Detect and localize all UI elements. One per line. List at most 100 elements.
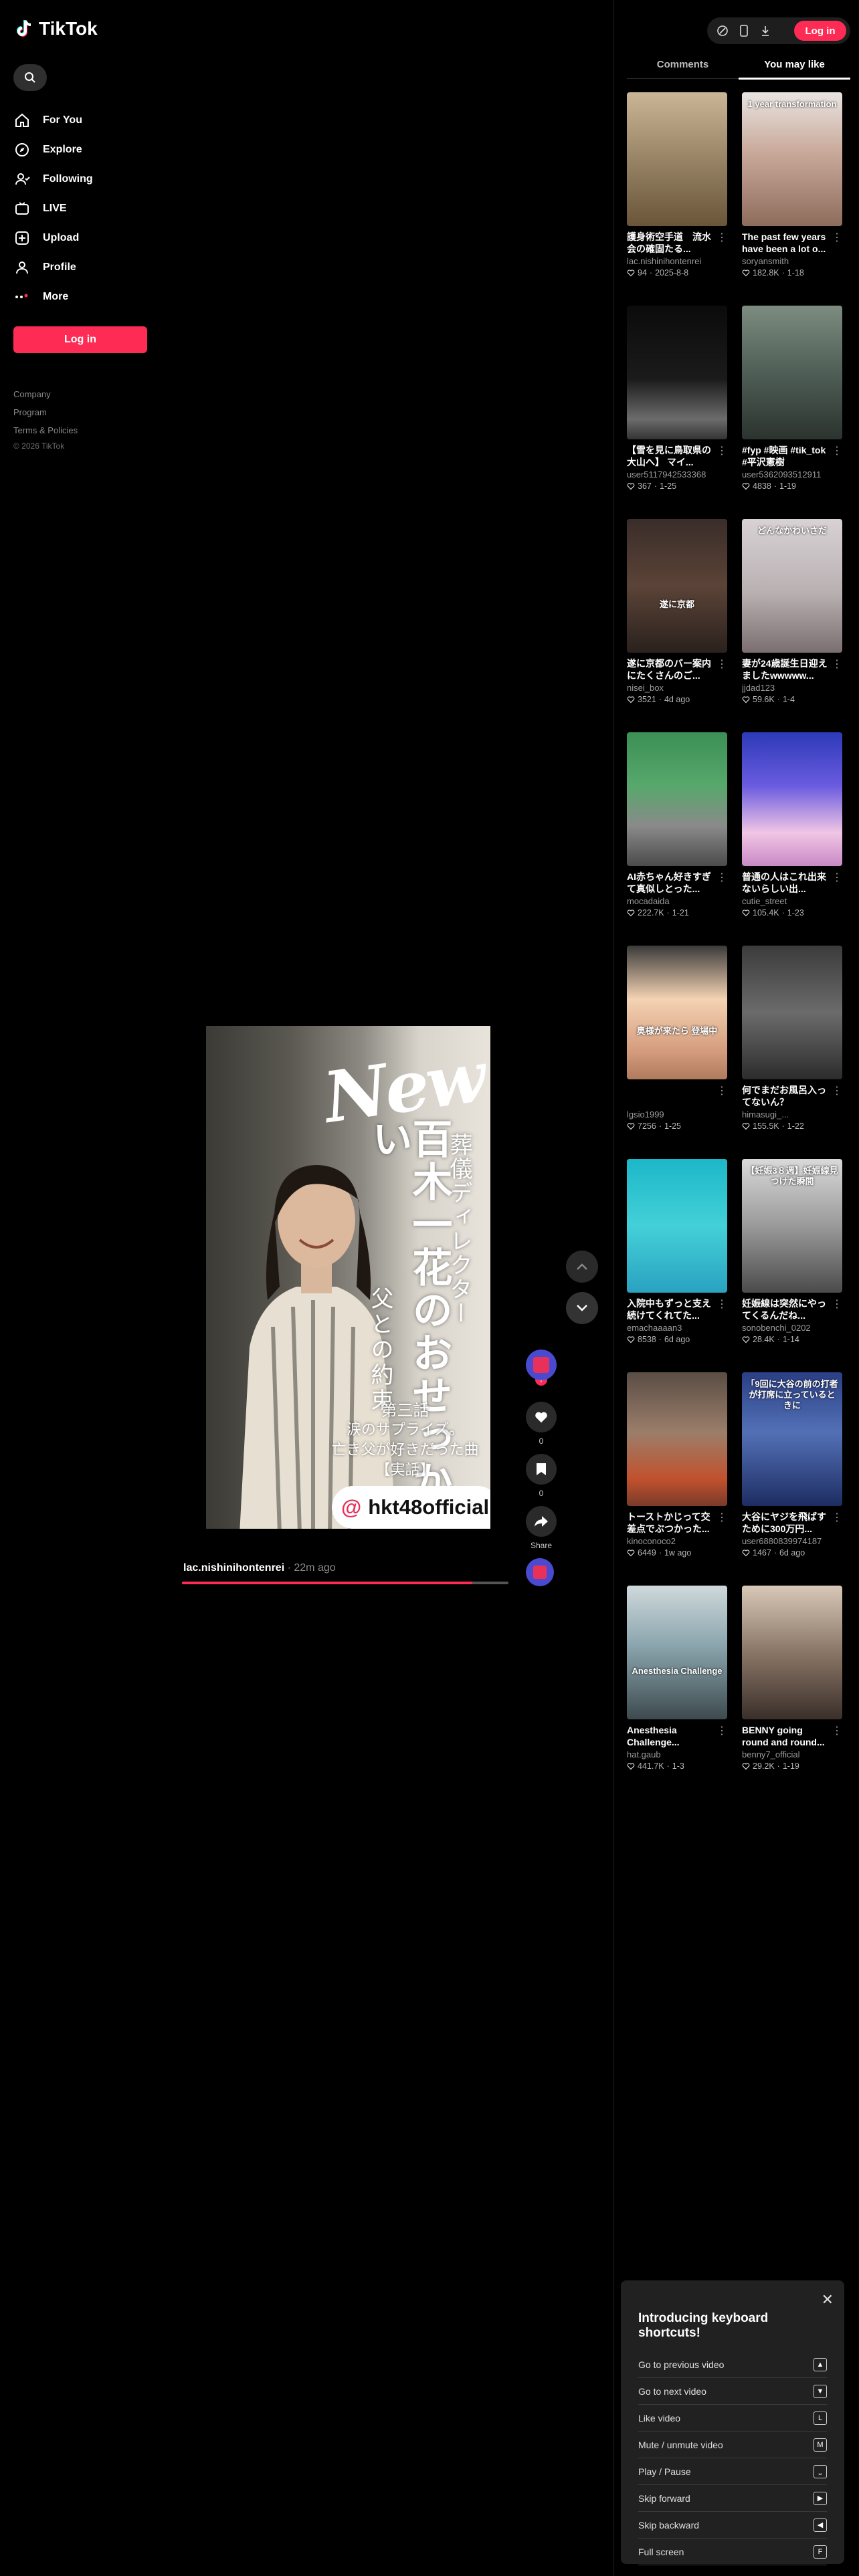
- video-author[interactable]: nisei_box: [627, 683, 727, 693]
- video-title[interactable]: 普通の人はこれ出来ないらしい出...: [742, 871, 842, 895]
- author-avatar-button[interactable]: +: [526, 1350, 557, 1386]
- video-author[interactable]: user5362093512911: [742, 469, 842, 479]
- video-title[interactable]: AI赤ちゃん好きすぎて真似しとった...: [627, 871, 727, 895]
- video-thumbnail[interactable]: 【妊娠3８週】妊娠線見つけた瞬間: [742, 1159, 842, 1293]
- video-title[interactable]: トーストかじって交差点でぶつかった...: [627, 1511, 727, 1535]
- footer-link-program[interactable]: Program: [13, 403, 147, 421]
- more-options-icon[interactable]: ⋮: [832, 444, 842, 457]
- video-author[interactable]: himasugi_...: [742, 1109, 842, 1119]
- footer-link-terms[interactable]: Terms & Policies: [13, 421, 147, 439]
- video-thumbnail[interactable]: 遂に京都: [627, 519, 727, 653]
- recommendation-card[interactable]: 何でまだお風呂入ってないん？ ⋮ himasugi_... 155.5K · 1-22: [742, 946, 842, 1159]
- video-player[interactable]: New 葬儀ディレクター 百木一花のおせっかい 父との約束 第三話 涙のサプライ…: [206, 1026, 490, 1529]
- video-author[interactable]: hat.gaub: [627, 1749, 727, 1759]
- more-options-icon[interactable]: ⋮: [717, 871, 727, 884]
- more-options-icon[interactable]: ⋮: [717, 1724, 727, 1737]
- video-author[interactable]: jjdad123: [742, 683, 842, 693]
- video-title[interactable]: 何でまだお風呂入ってないん？: [742, 1084, 842, 1108]
- more-options-icon[interactable]: ⋮: [832, 1511, 842, 1524]
- recommendation-card[interactable]: 「9回に大谷の前の打者が打席に立っているときに大谷にヤジを飛ばすために300万円…: [742, 1372, 842, 1586]
- video-author[interactable]: cutie_street: [742, 896, 842, 906]
- video-thumbnail[interactable]: [627, 92, 727, 226]
- video-author[interactable]: emachaaaan3: [627, 1323, 727, 1333]
- footer-link-company[interactable]: Company: [13, 385, 147, 403]
- recommendation-card[interactable]: Anesthesia Challenge Anesthesia Challenge…: [627, 1586, 727, 1799]
- video-thumbnail[interactable]: [627, 1372, 727, 1506]
- more-options-icon[interactable]: ⋮: [717, 1297, 727, 1311]
- recommendation-card[interactable]: BENNY going round and round... ⋮ benny7_of…: [742, 1586, 842, 1799]
- video-thumbnail[interactable]: どんなかわいさだ: [742, 519, 842, 653]
- video-author[interactable]: user5117942533368: [627, 469, 727, 479]
- recommendation-card[interactable]: トーストかじって交差点でぶつかった... ⋮ kinoconoco2 6449 · 1w …: [627, 1372, 727, 1586]
- tiktok-logo[interactable]: TikTok: [13, 13, 147, 44]
- nav-item-live[interactable]: LIVE: [13, 194, 147, 223]
- tab-comments[interactable]: Comments: [627, 56, 739, 78]
- more-options-icon[interactable]: ⋮: [832, 1724, 842, 1737]
- video-thumbnail[interactable]: [742, 732, 842, 866]
- video-thumbnail[interactable]: [627, 1159, 727, 1293]
- more-options-icon[interactable]: ⋮: [717, 231, 727, 244]
- video-title[interactable]: Anesthesia Challenge...: [627, 1724, 727, 1748]
- recommendation-card[interactable]: 入院中もずっと支え続けてくれてた... ⋮ emachaaaan3 8538 · 6d a…: [627, 1159, 727, 1372]
- more-options-icon[interactable]: ⋮: [832, 1297, 842, 1311]
- video-thumbnail[interactable]: 「9回に大谷の前の打者が打席に立っているときに: [742, 1372, 842, 1506]
- video-title[interactable]: 入院中もずっと支え続けてくれてた...: [627, 1297, 727, 1321]
- nav-item-more[interactable]: More: [13, 282, 147, 312]
- download-icon[interactable]: [759, 25, 771, 37]
- video-title[interactable]: [627, 1084, 727, 1108]
- next-video-button[interactable]: [566, 1292, 598, 1324]
- music-disc-button[interactable]: [526, 1558, 554, 1586]
- previous-video-button[interactable]: [566, 1251, 598, 1283]
- nav-item-profile[interactable]: Profile: [13, 253, 147, 282]
- nav-item-for-you[interactable]: For You: [13, 106, 147, 135]
- more-options-icon[interactable]: ⋮: [717, 1511, 727, 1524]
- more-options-icon[interactable]: ⋮: [832, 871, 842, 884]
- nav-item-explore[interactable]: Explore: [13, 135, 147, 165]
- video-thumbnail[interactable]: 奥様が来たら 登場中: [627, 946, 727, 1079]
- more-options-icon[interactable]: ⋮: [832, 1084, 842, 1097]
- recommendation-card[interactable]: 普通の人はこれ出来ないらしい出... ⋮ cutie_street 105.4K · 1-…: [742, 732, 842, 946]
- video-thumbnail[interactable]: [742, 946, 842, 1079]
- more-options-icon[interactable]: ⋮: [717, 1084, 727, 1097]
- recommendation-card[interactable]: 護身術空手道 流水会の確固たる... ⋮ lac.nishinihontenrei 9…: [627, 92, 727, 306]
- nav-item-following[interactable]: Following: [13, 165, 147, 194]
- recommendation-card[interactable]: 【妊娠3８週】妊娠線見つけた瞬間妊娠線は突然にやってくるんだね... ⋮ sonob…: [742, 1159, 842, 1372]
- more-options-icon[interactable]: ⋮: [832, 231, 842, 244]
- video-progress-bar[interactable]: [182, 1582, 508, 1584]
- video-title[interactable]: 護身術空手道 流水会の確固たる...: [627, 231, 727, 255]
- video-author[interactable]: lgsio1999: [627, 1109, 727, 1119]
- header-login-button[interactable]: Log in: [794, 21, 846, 41]
- login-button[interactable]: Log in: [13, 326, 147, 353]
- recommendation-card[interactable]: 奥様が来たら 登場中 ⋮ lgsio1999 7256 · 1-25: [627, 946, 727, 1159]
- video-thumbnail[interactable]: 1 year transformation: [742, 92, 842, 226]
- tab-you-may-like[interactable]: You may like: [739, 56, 850, 80]
- video-author[interactable]: lac.nishinihontenrei: [627, 256, 727, 266]
- video-author[interactable]: soryansmith: [742, 256, 842, 266]
- recommendation-card[interactable]: どんなかわいさだ 妻が24歳誕生日迎えましたwwwww... ⋮ jjdad123 59…: [742, 519, 842, 732]
- video-title[interactable]: BENNY going round and round...: [742, 1724, 842, 1748]
- video-thumbnail[interactable]: [627, 732, 727, 866]
- close-icon[interactable]: ✕: [822, 2291, 834, 2309]
- video-author[interactable]: kinoconoco2: [627, 1536, 727, 1546]
- bookmark-button[interactable]: 0: [526, 1454, 557, 1498]
- recommendation-card[interactable]: AI赤ちゃん好きすぎて真似しとった... ⋮ mocadaida 222.7K · 1-2…: [627, 732, 727, 946]
- video-thumbnail[interactable]: [742, 306, 842, 439]
- device-icon[interactable]: [738, 25, 750, 37]
- share-button[interactable]: Share: [526, 1506, 557, 1550]
- video-title[interactable]: 大谷にヤジを飛ばすために300万円...: [742, 1511, 842, 1535]
- recommendation-card[interactable]: 1 year transformation The past few years …: [742, 92, 842, 306]
- recommendation-card[interactable]: 【雪を見に鳥取県の大山へ】 マイ... ⋮ user5117942533368 367…: [627, 306, 727, 519]
- recommendation-card[interactable]: 遂に京都 遂に京都のバー案内にたくさんのご... ⋮ nisei_box 3521 · 4d…: [627, 519, 727, 732]
- more-options-icon[interactable]: ⋮: [717, 657, 727, 671]
- video-author[interactable]: mocadaida: [627, 896, 727, 906]
- video-author[interactable]: sonobenchi_0202: [742, 1323, 842, 1333]
- video-author[interactable]: benny7_official: [742, 1749, 842, 1759]
- video-author[interactable]: user6880839974187: [742, 1536, 842, 1546]
- nav-item-upload[interactable]: Upload: [13, 223, 147, 253]
- video-title[interactable]: 【雪を見に鳥取県の大山へ】 マイ...: [627, 444, 727, 468]
- video-thumbnail[interactable]: Anesthesia Challenge: [627, 1586, 727, 1719]
- video-author[interactable]: lac.nishinihontenrei: [183, 1562, 284, 1574]
- video-title[interactable]: 妊娠線は突然にやってくるんだね...: [742, 1297, 842, 1321]
- search-button[interactable]: [13, 64, 47, 91]
- recommendation-card[interactable]: #fyp #映画 #tik_tok #平沢憲樹 ⋮ user536209351291…: [742, 306, 842, 519]
